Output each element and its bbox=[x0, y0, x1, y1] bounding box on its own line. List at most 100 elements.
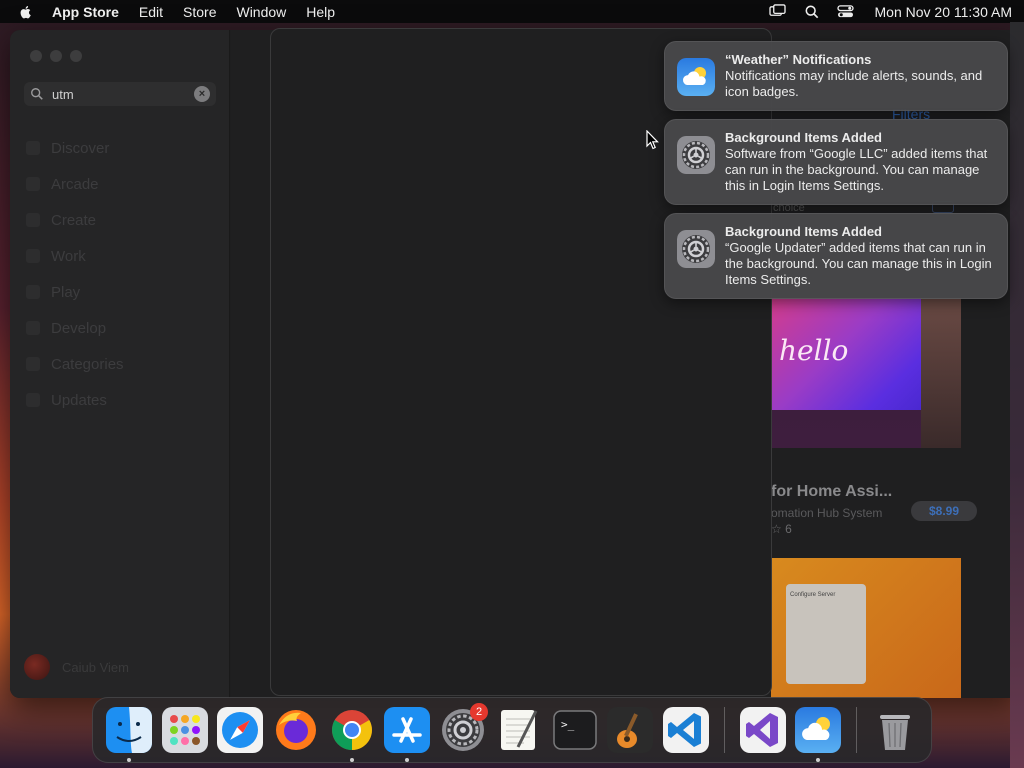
dock-separator bbox=[723, 707, 725, 753]
paintbrush-icon bbox=[26, 213, 40, 227]
menu-window[interactable]: Window bbox=[236, 4, 286, 20]
running-indicator bbox=[126, 758, 131, 762]
search-icon bbox=[31, 88, 43, 100]
app-rating: ☆ 6 bbox=[771, 522, 792, 536]
close-window-button[interactable] bbox=[30, 50, 42, 62]
app-subtitle: omation Hub System bbox=[771, 506, 883, 520]
notification-body: “Google Updater” added items that can ru… bbox=[725, 240, 992, 287]
svg-text:>_: >_ bbox=[561, 718, 575, 731]
dock-safari[interactable] bbox=[215, 705, 265, 755]
dock-garageband[interactable] bbox=[605, 705, 655, 755]
sidebar-item-label: Discover bbox=[51, 139, 110, 157]
notification-title: Background Items Added bbox=[725, 130, 882, 145]
hammer-icon bbox=[26, 321, 40, 335]
paperplane-icon bbox=[26, 249, 40, 263]
sidebar-item-label: Play bbox=[51, 283, 81, 301]
app-store-icon bbox=[384, 707, 431, 753]
search-field[interactable]: utm × bbox=[24, 82, 216, 106]
menu-app-name[interactable]: App Store bbox=[52, 4, 119, 20]
dock: 2 >_ bbox=[92, 697, 932, 763]
dock-vscode[interactable] bbox=[661, 705, 711, 755]
app-title[interactable]: for Home Assi... bbox=[771, 483, 892, 501]
configure-server-screenshot: Configure Server bbox=[786, 584, 866, 684]
menu-edit[interactable]: Edit bbox=[139, 4, 163, 20]
zoom-window-button[interactable] bbox=[70, 50, 82, 62]
menu-bar-clock[interactable]: Mon Nov 20 11:30 AM bbox=[875, 4, 1012, 20]
notification-weather[interactable]: “Weather” Notifications Notifications ma… bbox=[664, 41, 1008, 111]
dock-launchpad[interactable] bbox=[160, 705, 210, 755]
running-indicator bbox=[349, 758, 354, 762]
visual-studio-icon bbox=[739, 707, 786, 753]
sidebar-item-label: Work bbox=[51, 247, 86, 265]
download-icon bbox=[26, 393, 40, 407]
chrome-icon bbox=[331, 710, 372, 750]
sidebar-item-arcade[interactable]: Arcade bbox=[26, 166, 124, 202]
account-profile[interactable]: Caiub Viem bbox=[24, 654, 129, 680]
menu-help[interactable]: Help bbox=[306, 4, 335, 20]
sidebar-nav: Discover Arcade Create Work Play Develop… bbox=[26, 130, 124, 418]
vscode-icon bbox=[663, 707, 710, 753]
search-input[interactable]: utm bbox=[52, 87, 194, 102]
rocket-icon bbox=[26, 285, 40, 299]
system-settings-icon bbox=[677, 136, 715, 174]
joystick-icon bbox=[26, 177, 40, 191]
firefox-icon bbox=[276, 710, 317, 750]
sidebar-item-develop[interactable]: Develop bbox=[26, 310, 124, 346]
hello-screenshot: hello bbox=[771, 298, 921, 410]
textedit-icon bbox=[500, 710, 538, 750]
safari-icon bbox=[217, 707, 264, 753]
minimize-window-button[interactable] bbox=[50, 50, 62, 62]
dock-textedit[interactable] bbox=[494, 705, 544, 755]
sidebar-item-label: Arcade bbox=[51, 175, 99, 193]
finder-icon bbox=[105, 707, 152, 753]
notification-title: Background Items Added bbox=[725, 224, 882, 239]
star-icon bbox=[26, 141, 40, 155]
garageband-icon bbox=[607, 707, 654, 753]
control-center-icon[interactable] bbox=[837, 4, 855, 20]
sidebar-item-label: Develop bbox=[51, 319, 107, 337]
clear-search-icon[interactable]: × bbox=[194, 86, 210, 102]
dock-finder[interactable] bbox=[104, 705, 154, 762]
window-controls bbox=[30, 50, 82, 62]
sidebar-item-work[interactable]: Work bbox=[26, 238, 124, 274]
avatar bbox=[24, 654, 50, 680]
desktop-edge bbox=[1010, 22, 1024, 768]
dock-app-store[interactable] bbox=[383, 705, 433, 762]
sidebar-item-categories[interactable]: Categories bbox=[26, 346, 124, 382]
dock-system-settings[interactable]: 2 bbox=[438, 703, 489, 755]
sidebar-item-create[interactable]: Create bbox=[26, 202, 124, 238]
profile-name: Caiub Viem bbox=[62, 659, 129, 675]
notification-badge: 2 bbox=[470, 703, 489, 721]
dock-weather[interactable] bbox=[794, 705, 844, 762]
spotlight-search-icon[interactable] bbox=[803, 4, 821, 20]
terminal-icon: >_ bbox=[552, 710, 597, 750]
notification-title: “Weather” Notifications bbox=[725, 52, 872, 67]
system-settings-icon bbox=[677, 230, 715, 268]
sidebar-item-label: Create bbox=[51, 211, 97, 229]
price-button[interactable]: $8.99 bbox=[911, 501, 977, 521]
launchpad-icon bbox=[161, 707, 208, 753]
app-screenshot-side bbox=[921, 298, 961, 448]
notification-body: Notifications may include alerts, sounds… bbox=[725, 68, 983, 99]
dock-terminal[interactable]: >_ bbox=[550, 705, 600, 755]
sidebar: utm × Discover Arcade Create Work Play D… bbox=[10, 30, 230, 698]
dock-trash[interactable] bbox=[870, 705, 920, 755]
sidebar-item-play[interactable]: Play bbox=[26, 274, 124, 310]
notification-body: Software from “Google LLC” added items t… bbox=[725, 146, 988, 193]
apple-menu-icon[interactable] bbox=[18, 3, 36, 21]
notification-background-items-google[interactable]: Background Items Added Software from “Go… bbox=[664, 119, 1008, 205]
weather-icon bbox=[795, 707, 842, 753]
dock-chrome[interactable] bbox=[327, 705, 377, 762]
sidebar-item-discover[interactable]: Discover bbox=[26, 130, 124, 166]
running-indicator bbox=[816, 758, 821, 762]
menu-store[interactable]: Store bbox=[183, 4, 216, 20]
dock-visual-studio[interactable] bbox=[738, 705, 788, 755]
running-indicator bbox=[405, 758, 410, 762]
sidebar-item-label: Categories bbox=[51, 355, 124, 373]
mouse-cursor-icon bbox=[646, 130, 659, 150]
screen-mirroring-icon[interactable] bbox=[769, 4, 787, 20]
dock-firefox[interactable] bbox=[271, 705, 321, 755]
grid-icon bbox=[26, 357, 40, 371]
sidebar-item-updates[interactable]: Updates bbox=[26, 382, 124, 418]
notification-background-items-updater[interactable]: Background Items Added “Google Updater” … bbox=[664, 213, 1008, 299]
